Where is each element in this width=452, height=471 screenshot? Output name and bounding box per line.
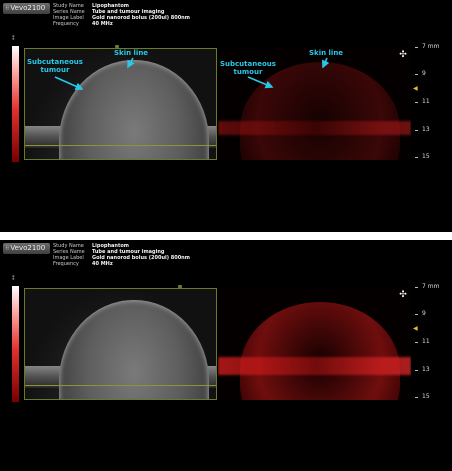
ruler-label: 7 mm — [422, 43, 440, 50]
grid-dots-icon: ⠿ — [5, 245, 10, 252]
photoacoustic-image[interactable] — [218, 288, 411, 400]
arrow-right-tumour — [247, 76, 274, 89]
ruler-label: 7 mm — [422, 283, 440, 290]
depth-ruler: 7 mm 9 ◀ 11 13 15 — [413, 283, 449, 403]
ruler-label: 11 — [422, 98, 430, 105]
compass-nav-icon[interactable]: ✣ — [398, 50, 408, 60]
metadata-key: Frequency — [53, 261, 79, 267]
ruler-label: 13 — [422, 126, 430, 133]
roi-frame[interactable] — [24, 288, 217, 400]
ruler-label: 9 — [422, 310, 426, 317]
ruler-label: 9 — [422, 70, 426, 77]
scale-marker-icon: ⁑ — [12, 276, 15, 282]
compass-nav-icon[interactable]: ✣ — [398, 290, 408, 300]
ruler-label: 13 — [422, 366, 430, 373]
image-panel-annotated: ⠿ Vevo2100 Study Name Lipophantom Series … — [0, 0, 452, 232]
ruler-label: 15 — [422, 393, 430, 400]
depth-ruler: 7 mm 9 ◀ 11 13 15 — [413, 43, 449, 163]
arrow-left-skin — [127, 57, 135, 69]
ultrasound-image[interactable] — [24, 288, 217, 400]
vevo-logo: ⠿ Vevo2100 — [3, 243, 50, 254]
image-panel-post-bolus: ⠿ Vevo2100 Study Name Lipophantom Series … — [0, 240, 452, 471]
annotation-arrows — [54, 57, 330, 91]
focus-arrow-icon[interactable]: ◀ — [413, 325, 418, 332]
metadata-row: Frequency 40 MHz — [53, 261, 190, 267]
arrow-right-skin — [321, 57, 330, 69]
arrow-left-tumour — [54, 76, 84, 91]
metadata-value: 40 MHz — [92, 261, 113, 267]
ruler-label: 11 — [422, 338, 430, 345]
colormap-scale-bar — [12, 286, 19, 402]
focus-arrow-icon[interactable]: ◀ — [413, 85, 418, 92]
logo-text: Vevo2100 — [10, 244, 46, 252]
metadata-block: Study Name Lipophantom Series Name Tube an… — [53, 243, 190, 267]
ruler-label: 15 — [422, 153, 430, 160]
